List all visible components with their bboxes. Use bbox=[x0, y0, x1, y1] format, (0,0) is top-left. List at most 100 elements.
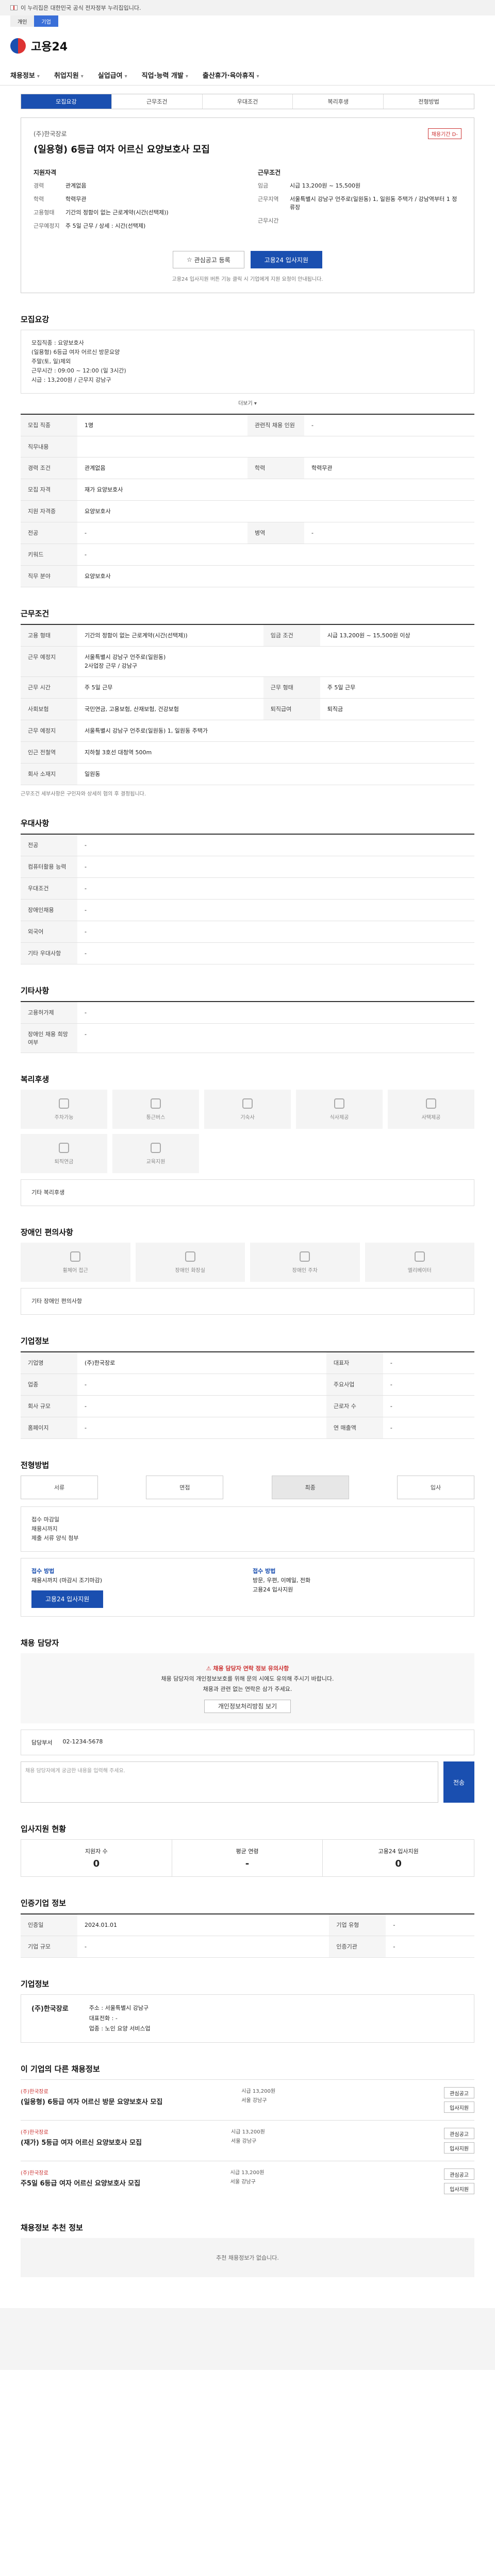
disabled-chip: 장애인 주차 bbox=[250, 1243, 360, 1282]
apply-button-2[interactable]: 고용24 입사지원 bbox=[31, 1590, 104, 1608]
etc-table: 고용허가제 - 장애인 채용 희망 여부 - bbox=[21, 1001, 474, 1053]
apply-button[interactable]: 입사지원 bbox=[444, 2102, 474, 2113]
recommend-section: 채용정보 추천 정보 추천 채용정보가 없습니다. bbox=[21, 2222, 474, 2277]
inquiry-warning: ⚠ 채용 담당자 연락 정보 유의사항 채용 담당자의 개인정보보호를 위해 문… bbox=[21, 1653, 474, 1723]
table-row: 근무 시간 주 5일 근무 근무 형태 주 5일 근무 bbox=[21, 676, 474, 699]
tab-process[interactable]: 전형방법 bbox=[384, 94, 474, 109]
table-row: 기타 우대사항 - bbox=[21, 942, 474, 964]
kv-value: 기간의 정함이 없는 근로계약(시간(선택제)) bbox=[65, 209, 169, 216]
disabled-chip: 장애인 화장실 bbox=[135, 1243, 245, 1282]
kv-key: 학력 bbox=[34, 196, 44, 202]
welfare-chip: 사택제공 bbox=[388, 1090, 474, 1129]
table-row: 인증일 2024.01.01 기업 유형 - bbox=[21, 1914, 474, 1936]
save-job-button[interactable]: 관심공고 bbox=[444, 2128, 474, 2139]
company-bottom-section: 기업정보 (주)한국장로 주소 : 서울특별시 강남구 대표전화 : - 업종 … bbox=[21, 1978, 474, 2043]
house-icon bbox=[426, 1098, 436, 1109]
prefer-table: 전공 - 컴퓨터활용 능력 - 우대조건 - 장애인채용 - 외국어 - 기타 우대사항 - bbox=[21, 834, 474, 964]
company-bottom-name: (주)한국장로 bbox=[31, 2005, 69, 2013]
process-step: 서류 bbox=[21, 1476, 98, 1499]
deadline-badge: 채용기간 D- bbox=[427, 128, 461, 139]
tab-work[interactable]: 근무조건 bbox=[112, 94, 203, 109]
table-row: 홈페이지 - 연 매출액 - bbox=[21, 1417, 474, 1439]
job-title: (일용형) 6등급 여자 어르신 요양보호사 모집 bbox=[34, 144, 210, 155]
kv-key: 경력 bbox=[34, 182, 44, 189]
inquiry-input[interactable]: 채용 담당자에게 궁금한 내용을 입력해 주세요. bbox=[21, 1761, 438, 1803]
gnb-item-support[interactable]: 취업지원 ▾ bbox=[54, 70, 84, 80]
gov-banner-text: 이 누리집은 대한민국 공식 전자정부 누리집입니다. bbox=[21, 5, 141, 11]
table-row: 근무 예정지 서울특별시 강남구 언주로(일원동) 1, 일원동 주택가 bbox=[21, 720, 474, 742]
tab-prefer[interactable]: 우대조건 bbox=[203, 94, 293, 109]
audience-company[interactable]: 기업 bbox=[34, 15, 58, 27]
wheelchair-icon bbox=[70, 1251, 81, 1262]
table-row: 모집 직종 1명 관련직 채용 인원 - bbox=[21, 414, 474, 436]
section-title: 전형방법 bbox=[21, 1461, 50, 1470]
table-row: 인근 전철역 지하철 3호선 대청역 500m bbox=[21, 741, 474, 764]
gnb-item-benefit[interactable]: 실업급여 ▾ bbox=[98, 70, 127, 80]
save-job-button[interactable]: 관심공고 bbox=[444, 2087, 474, 2098]
company-info-section: 기업정보 기업명 (주)한국장로 대표자 - 업종 - 주요사업 - 회사 규모 - 근로자 수… bbox=[21, 1335, 474, 1439]
section-title: 이 기업의 다른 채용정보 bbox=[21, 2064, 100, 2074]
save-job-button[interactable]: ☆ 관심공고 등록 bbox=[173, 251, 244, 268]
table-row: 우대조건 - bbox=[21, 877, 474, 900]
company-name: (주)한국장로 bbox=[34, 130, 67, 138]
restroom-icon bbox=[185, 1251, 195, 1262]
inquiry-section: 채용 담당자 ⚠ 채용 담당자 연락 정보 유의사항 채용 담당자의 개인정보보… bbox=[21, 1637, 474, 1803]
work-section: 근무조건 고용 형태 기간의 정함이 없는 근로계약(시간(선택제)) 임금 조건 시… bbox=[21, 608, 474, 797]
gnb-item-leave[interactable]: 출산휴가·육아휴직 ▾ bbox=[203, 70, 259, 80]
apply-button[interactable]: 고용24 입사지원 bbox=[250, 251, 322, 268]
stats-box: 지원자 수0 평균 연령 - 고용24 입사지원 0 bbox=[21, 1839, 474, 1877]
table-row: 업종 - 주요사업 - bbox=[21, 1374, 474, 1396]
disabled-body: 기타 장애인 편의사항 bbox=[31, 1298, 82, 1304]
list-item[interactable]: (주)한국장로 (재가) 5등급 여자 어르신 요양보호사 모집 시급 13,20… bbox=[21, 2120, 474, 2161]
work-caption: 근무조건 세부사항은 구인자와 상세히 협의 후 결정됩니다. bbox=[21, 791, 146, 797]
kv-key: 고용형태 bbox=[34, 209, 55, 216]
table-row: 전공 - 병역 - bbox=[21, 522, 474, 544]
welfare-chip: 통근버스 bbox=[112, 1090, 199, 1129]
section-title: 복리후생 bbox=[21, 1075, 50, 1084]
table-row: 지원 자격증 요양보호사 bbox=[21, 500, 474, 522]
process-section: 전형방법 서류 면접 최종 입사 접수 마감일 채용시까지 제출 서류 양식 첨… bbox=[21, 1460, 474, 1617]
work-table: 고용 형태 기간의 정함이 없는 근로계약(시간(선택제)) 임금 조건 시급 13,… bbox=[21, 624, 474, 785]
inquiry-dept: 담당부서 bbox=[31, 1739, 53, 1746]
table-row: 키워드 - bbox=[21, 544, 474, 566]
section-title: 채용 담당자 bbox=[21, 1638, 59, 1648]
gnb-item-training[interactable]: 직업·능력 개발 ▾ bbox=[142, 70, 188, 80]
summary-card: (주)한국장로 채용기간 D- (일용형) 6등급 여자 어르신 요양보호사 모… bbox=[21, 117, 474, 293]
kv-value: 시급 13,200원 ~ 15,500원 bbox=[290, 182, 361, 189]
etc-section: 기타사항 고용허가제 - 장애인 채용 희망 여부 - bbox=[21, 985, 474, 1053]
send-button[interactable]: 전송 bbox=[443, 1761, 474, 1803]
recruit-table: 모집 직종 1명 관련직 채용 인원 - 직무내용 경력 조건 관계없음 학력 학력무관 모… bbox=[21, 414, 474, 587]
tab-welfare[interactable]: 복리후생 bbox=[293, 94, 384, 109]
parking-icon bbox=[59, 1098, 69, 1109]
process-step: 면접 bbox=[146, 1476, 224, 1499]
stats-section: 입사지원 현황 지원자 수0 평균 연령 - 고용24 입사지원 0 bbox=[21, 1823, 474, 1877]
list-item[interactable]: (주)한국장로 (일용형) 6등급 여자 어르신 방문 요양보호사 모집 시급 1… bbox=[21, 2079, 474, 2120]
audience-personal[interactable]: 개인 bbox=[10, 15, 35, 27]
prefer-section: 우대사항 전공 - 컴퓨터활용 능력 - 우대조건 - 장애인채용 - 외국어 - 기타 … bbox=[21, 818, 474, 964]
apply-deadline: 접수 방법 채용시까지 (마감시 조기마감) 고용24 입사지원 bbox=[31, 1567, 242, 1608]
gnb-item-jobs[interactable]: 채용정보 ▾ bbox=[10, 70, 40, 80]
disabled-chip: 엘리베이터 bbox=[365, 1243, 474, 1282]
logo-text[interactable]: 고용24 bbox=[31, 38, 68, 54]
table-row: 고용 형태 기간의 정함이 없는 근로계약(시간(선택제)) 임금 조건 시급 13,… bbox=[21, 624, 474, 647]
warning-title: ⚠ 채용 담당자 연락 정보 유의사항 bbox=[206, 1665, 289, 1672]
dorm-icon bbox=[242, 1098, 253, 1109]
apply-method: 접수 방법 방문, 우편, 이메일, 전화 고용24 입사지원 bbox=[253, 1568, 311, 1593]
logo-icon[interactable] bbox=[10, 38, 26, 54]
apply-button[interactable]: 입사지원 bbox=[444, 2142, 474, 2154]
apply-note: 고용24 입사지원 버튼 기능 클릭 시 기업에게 지원 요청이 안내됩니다. bbox=[172, 277, 323, 282]
recruit-section: 모집요강 모집직종 : 요양보호사 (일용형) 6등급 여자 어르신 방문요양 … bbox=[21, 314, 474, 587]
condition-group: 근무조건 임금 시급 13,200원 ~ 15,500원 근무지역 서울특별시 강남… bbox=[258, 168, 461, 235]
privacy-button[interactable]: 개인정보처리방침 보기 bbox=[204, 1700, 291, 1713]
save-job-button[interactable]: 관심공고 bbox=[444, 2168, 474, 2180]
table-row: 외국어 - bbox=[21, 921, 474, 943]
list-item[interactable]: (주)한국장로 주5일 6등급 여자 어르신 요양보호사 모집 시급 13,200… bbox=[21, 2161, 474, 2201]
more-button[interactable]: 더보기 ▾ bbox=[21, 399, 474, 406]
tab-recruit[interactable]: 모집요강 bbox=[21, 94, 112, 109]
apply-button[interactable]: 입사지원 bbox=[444, 2183, 474, 2194]
welfare-chip: 퇴직연금 bbox=[21, 1134, 107, 1173]
welfare-chips: 주차가능 통근버스 기숙사 식사제공 사택제공 퇴직연금 교육지원 bbox=[21, 1090, 474, 1173]
table-row: 근무 예정지 서울특별시 강남구 언주로(일원동) 2사업장 근무 / 강남구 bbox=[21, 646, 474, 677]
kv-value: 학력무관 bbox=[65, 196, 87, 202]
section-title: 기타사항 bbox=[21, 986, 50, 995]
